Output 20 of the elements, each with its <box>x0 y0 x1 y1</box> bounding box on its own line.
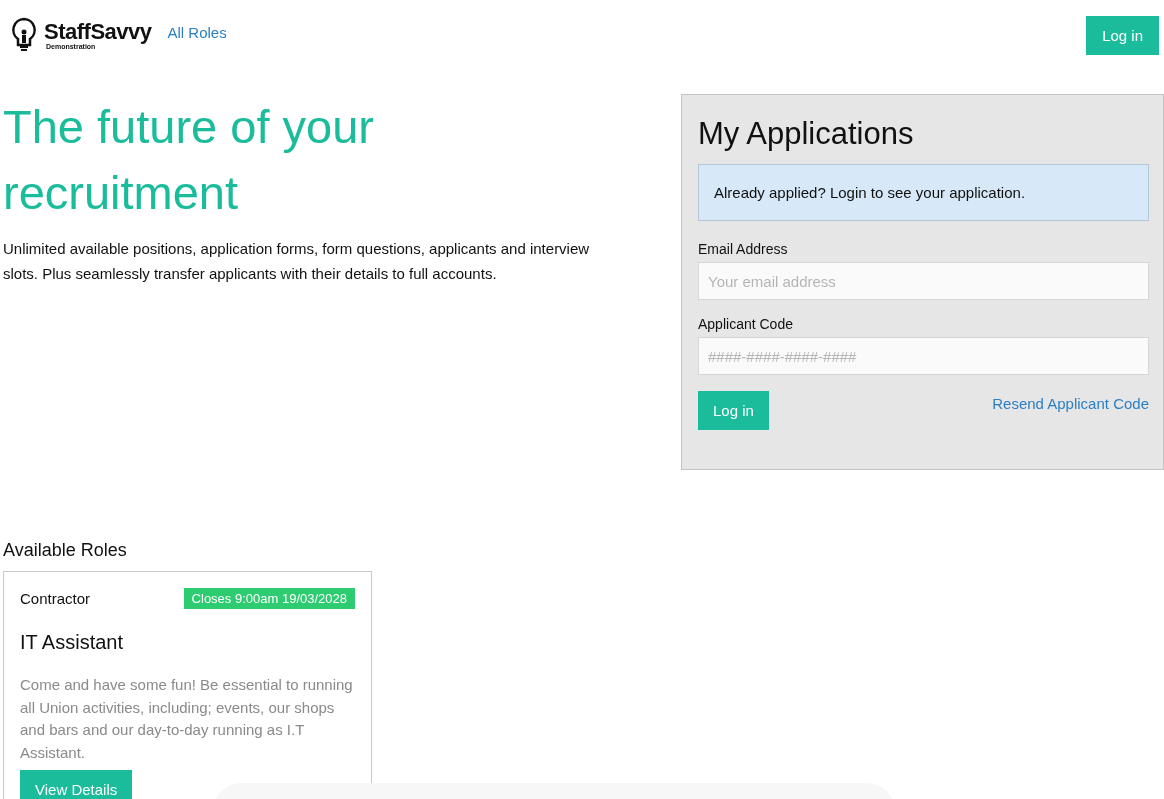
field-label: Applicant Code <box>698 316 794 332</box>
section-heading: Available Roles <box>3 540 128 561</box>
role-title: IT Assistant <box>20 631 124 654</box>
panel-title: My Applications <box>698 116 915 152</box>
login-button[interactable]: Log in <box>698 391 769 430</box>
brand-name: StaffSavvy <box>44 20 152 43</box>
hero-title: The future of your recruitment <box>3 99 375 221</box>
lightbulb-icon <box>10 17 38 53</box>
role-type: Contractor <box>20 590 91 607</box>
input-field[interactable]: ####-####-####-#### <box>698 337 1149 375</box>
info-notice: Already applied? Login to see your application. <box>698 164 1149 221</box>
field-label: Email Address <box>698 241 789 257</box>
view-details-button[interactable]: View Details <box>20 770 133 799</box>
closing-date-badge: Closes 9:00am 19/03/2028 <box>183 588 355 609</box>
hero-description: Unlimited available positions, application forms, form questions, applicants and interview slots. Plus seamlessly transfer applicants with their details to full accounts. <box>3 239 591 284</box>
login-button[interactable]: Log in <box>1086 15 1159 55</box>
input-field[interactable]: Your email address <box>698 262 1149 300</box>
all-roles-link[interactable]: All Roles <box>167 23 227 41</box>
role-description: Come and have some fun! Be essential to running all Union activities, including; events, our shops and bars and our day-to-day running as I.T Assistant. <box>20 675 354 763</box>
resend-code-link[interactable]: Resend Applicant Code <box>992 395 1149 412</box>
